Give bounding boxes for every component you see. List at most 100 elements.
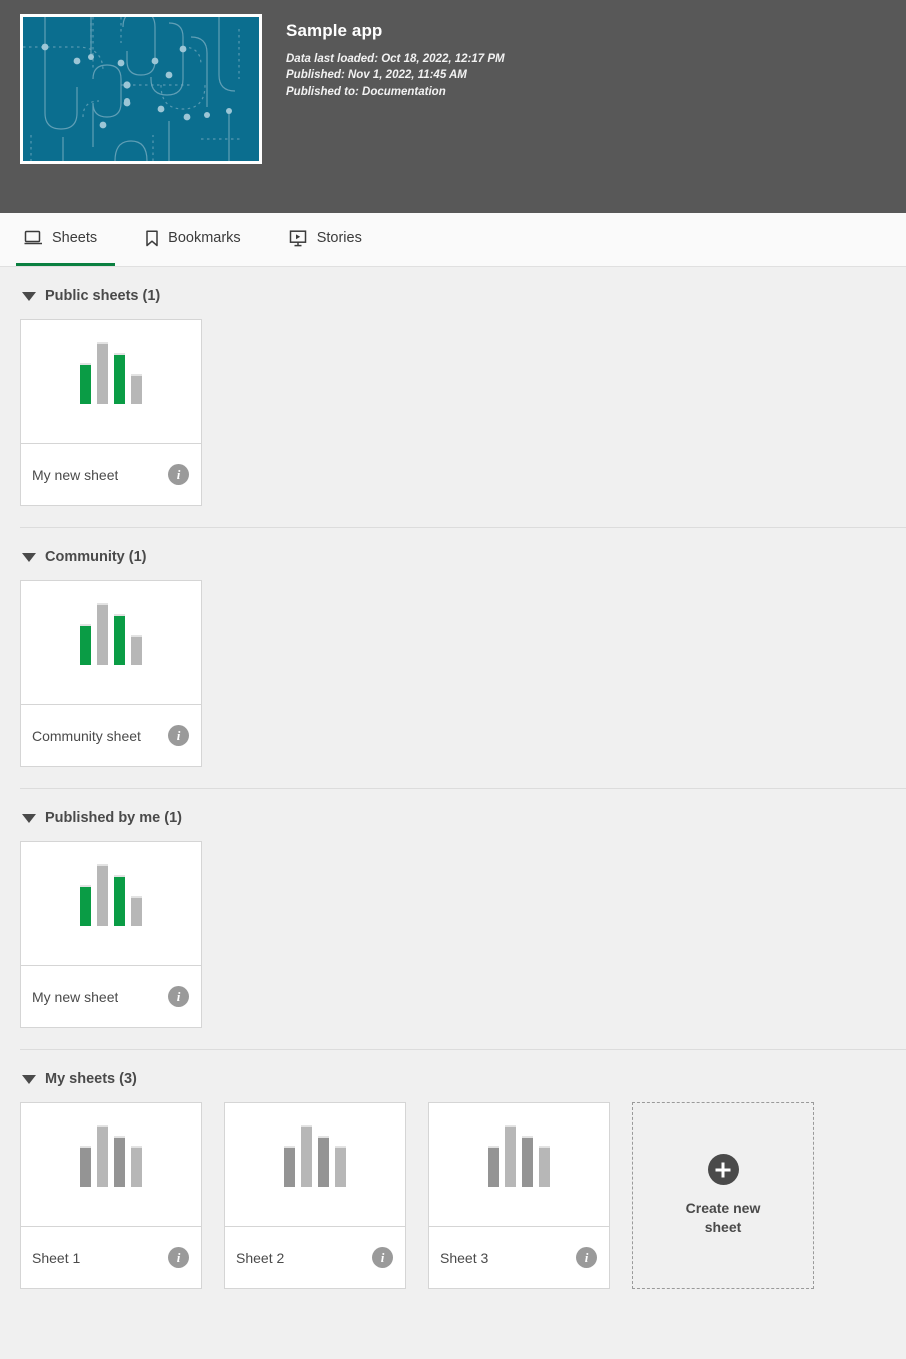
chart-bar [131,1146,142,1187]
info-icon[interactable]: i [168,986,189,1007]
info-icon[interactable]: i [168,725,189,746]
section-title: My sheets (3) [45,1071,137,1087]
create-new-sheet-button[interactable]: Create new sheet [632,1102,814,1289]
chart-bar [80,885,91,926]
tab-stories-label: Stories [316,230,362,246]
sheet-card-grid: My new sheet i [0,319,906,527]
bar-chart-preview [284,1125,346,1187]
sheet-thumbnail [21,842,201,966]
caret-down-icon[interactable] [22,291,36,301]
chart-bar [505,1125,516,1187]
section-title: Community (1) [45,549,147,565]
app-title: Sample app [286,21,383,40]
sheets-content: Public sheets (1) My new sheet i Community … [0,267,906,1328]
chart-bar [131,896,142,926]
chart-bar [97,864,108,926]
app-header: Sample app Data last loaded: Oct 18, 202… [0,0,906,213]
sheet-card[interactable]: Sheet 1 i [20,1102,202,1289]
sheet-title: Sheet 1 [32,1249,81,1266]
chart-bar [97,603,108,665]
sheet-title: My new sheet [32,466,119,483]
sheet-thumbnail [225,1103,405,1227]
sheet-title: My new sheet [32,988,119,1005]
caret-down-icon[interactable] [22,552,36,562]
sheet-card-footer: My new sheet i [21,966,201,1027]
info-icon[interactable]: i [372,1247,393,1268]
bookmark-icon [145,229,159,247]
app-published-to: Published to: Documentation [286,85,446,98]
app-thumbnail-pattern [23,17,259,161]
tab-bar: Sheets Bookmarks Stories [0,213,906,267]
sheet-title: Community sheet [32,727,141,744]
chart-bar [284,1146,295,1187]
sheet-card-grid: Community sheet i [0,580,906,788]
sheet-card[interactable]: Sheet 3 i [428,1102,610,1289]
sheet-thumbnail [429,1103,609,1227]
section-my-sheets: My sheets (3) Sheet 1 i Sheet 2 i Sheet 3 i Cre… [0,1049,906,1310]
chart-bar [114,1136,125,1187]
section-header-my-sheets[interactable]: My sheets (3) [0,1050,906,1102]
tab-sheets[interactable]: Sheets [16,213,116,266]
app-published-date: Published: Nov 1, 2022, 11:45 AM [286,69,467,82]
app-data-last-loaded: Data last loaded: Oct 18, 2022, 12:17 PM [286,52,505,65]
chart-bar [131,635,142,665]
caret-down-icon[interactable] [22,1074,36,1084]
chart-bar [131,374,142,404]
caret-down-icon[interactable] [22,813,36,823]
section-title: Published by me (1) [45,810,182,826]
sheets-icon [24,230,43,246]
section-community: Community (1) Community sheet i [0,527,906,788]
bar-chart-preview [80,864,142,926]
bar-chart-preview [80,1125,142,1187]
tab-bookmarks[interactable]: Bookmarks [137,213,259,266]
sheet-card[interactable]: My new sheet i [20,319,202,506]
plus-icon [707,1154,739,1185]
chart-bar [488,1146,499,1187]
story-icon [289,229,308,247]
sheet-card[interactable]: Sheet 2 i [224,1102,406,1289]
section-header-published-by-me[interactable]: Published by me (1) [0,789,906,841]
section-header-public-sheets[interactable]: Public sheets (1) [0,267,906,319]
sheet-card-grid: My new sheet i [0,841,906,1049]
sheet-title: Sheet 2 [236,1249,285,1266]
chart-bar [114,875,125,926]
sheet-thumbnail [21,320,201,444]
info-icon[interactable]: i [168,464,189,485]
sheet-card-footer: My new sheet i [21,444,201,505]
info-icon[interactable]: i [576,1247,597,1268]
sheet-card[interactable]: My new sheet i [20,841,202,1028]
sheet-card-footer: Sheet 2 i [225,1227,405,1288]
section-public-sheets: Public sheets (1) My new sheet i [0,267,906,527]
section-title: Public sheets (1) [45,288,161,304]
chart-bar [522,1136,533,1187]
bar-chart-preview [488,1125,550,1187]
chart-bar [318,1136,329,1187]
tab-stories[interactable]: Stories [281,213,380,266]
section-header-community[interactable]: Community (1) [0,528,906,580]
sheet-card-footer: Sheet 1 i [21,1227,201,1288]
info-icon[interactable]: i [168,1247,189,1268]
section-published-by-me: Published by me (1) My new sheet i [0,788,906,1049]
sheet-card-footer: Sheet 3 i [429,1227,609,1288]
sheet-card-grid: Sheet 1 i Sheet 2 i Sheet 3 i Create new sheet [0,1102,906,1310]
chart-bar [80,624,91,665]
tab-bookmarks-label: Bookmarks [168,230,241,246]
sheet-card[interactable]: Community sheet i [20,580,202,767]
sheet-thumbnail [21,581,201,705]
chart-bar [114,614,125,665]
app-thumbnail[interactable] [20,14,262,164]
create-new-sheet-label: Create new sheet [685,1200,761,1235]
chart-bar [539,1146,550,1187]
sheet-thumbnail [21,1103,201,1227]
chart-bar [114,353,125,404]
chart-bar [335,1146,346,1187]
sheet-title: Sheet 3 [440,1249,489,1266]
chart-bar [80,1146,91,1187]
sheet-card-footer: Community sheet i [21,705,201,766]
tab-sheets-label: Sheets [52,230,98,246]
app-meta-block: Sample app Data last loaded: Oct 18, 202… [286,14,505,100]
chart-bar [301,1125,312,1187]
chart-bar [97,1125,108,1187]
chart-bar [97,342,108,404]
chart-bar [80,363,91,404]
